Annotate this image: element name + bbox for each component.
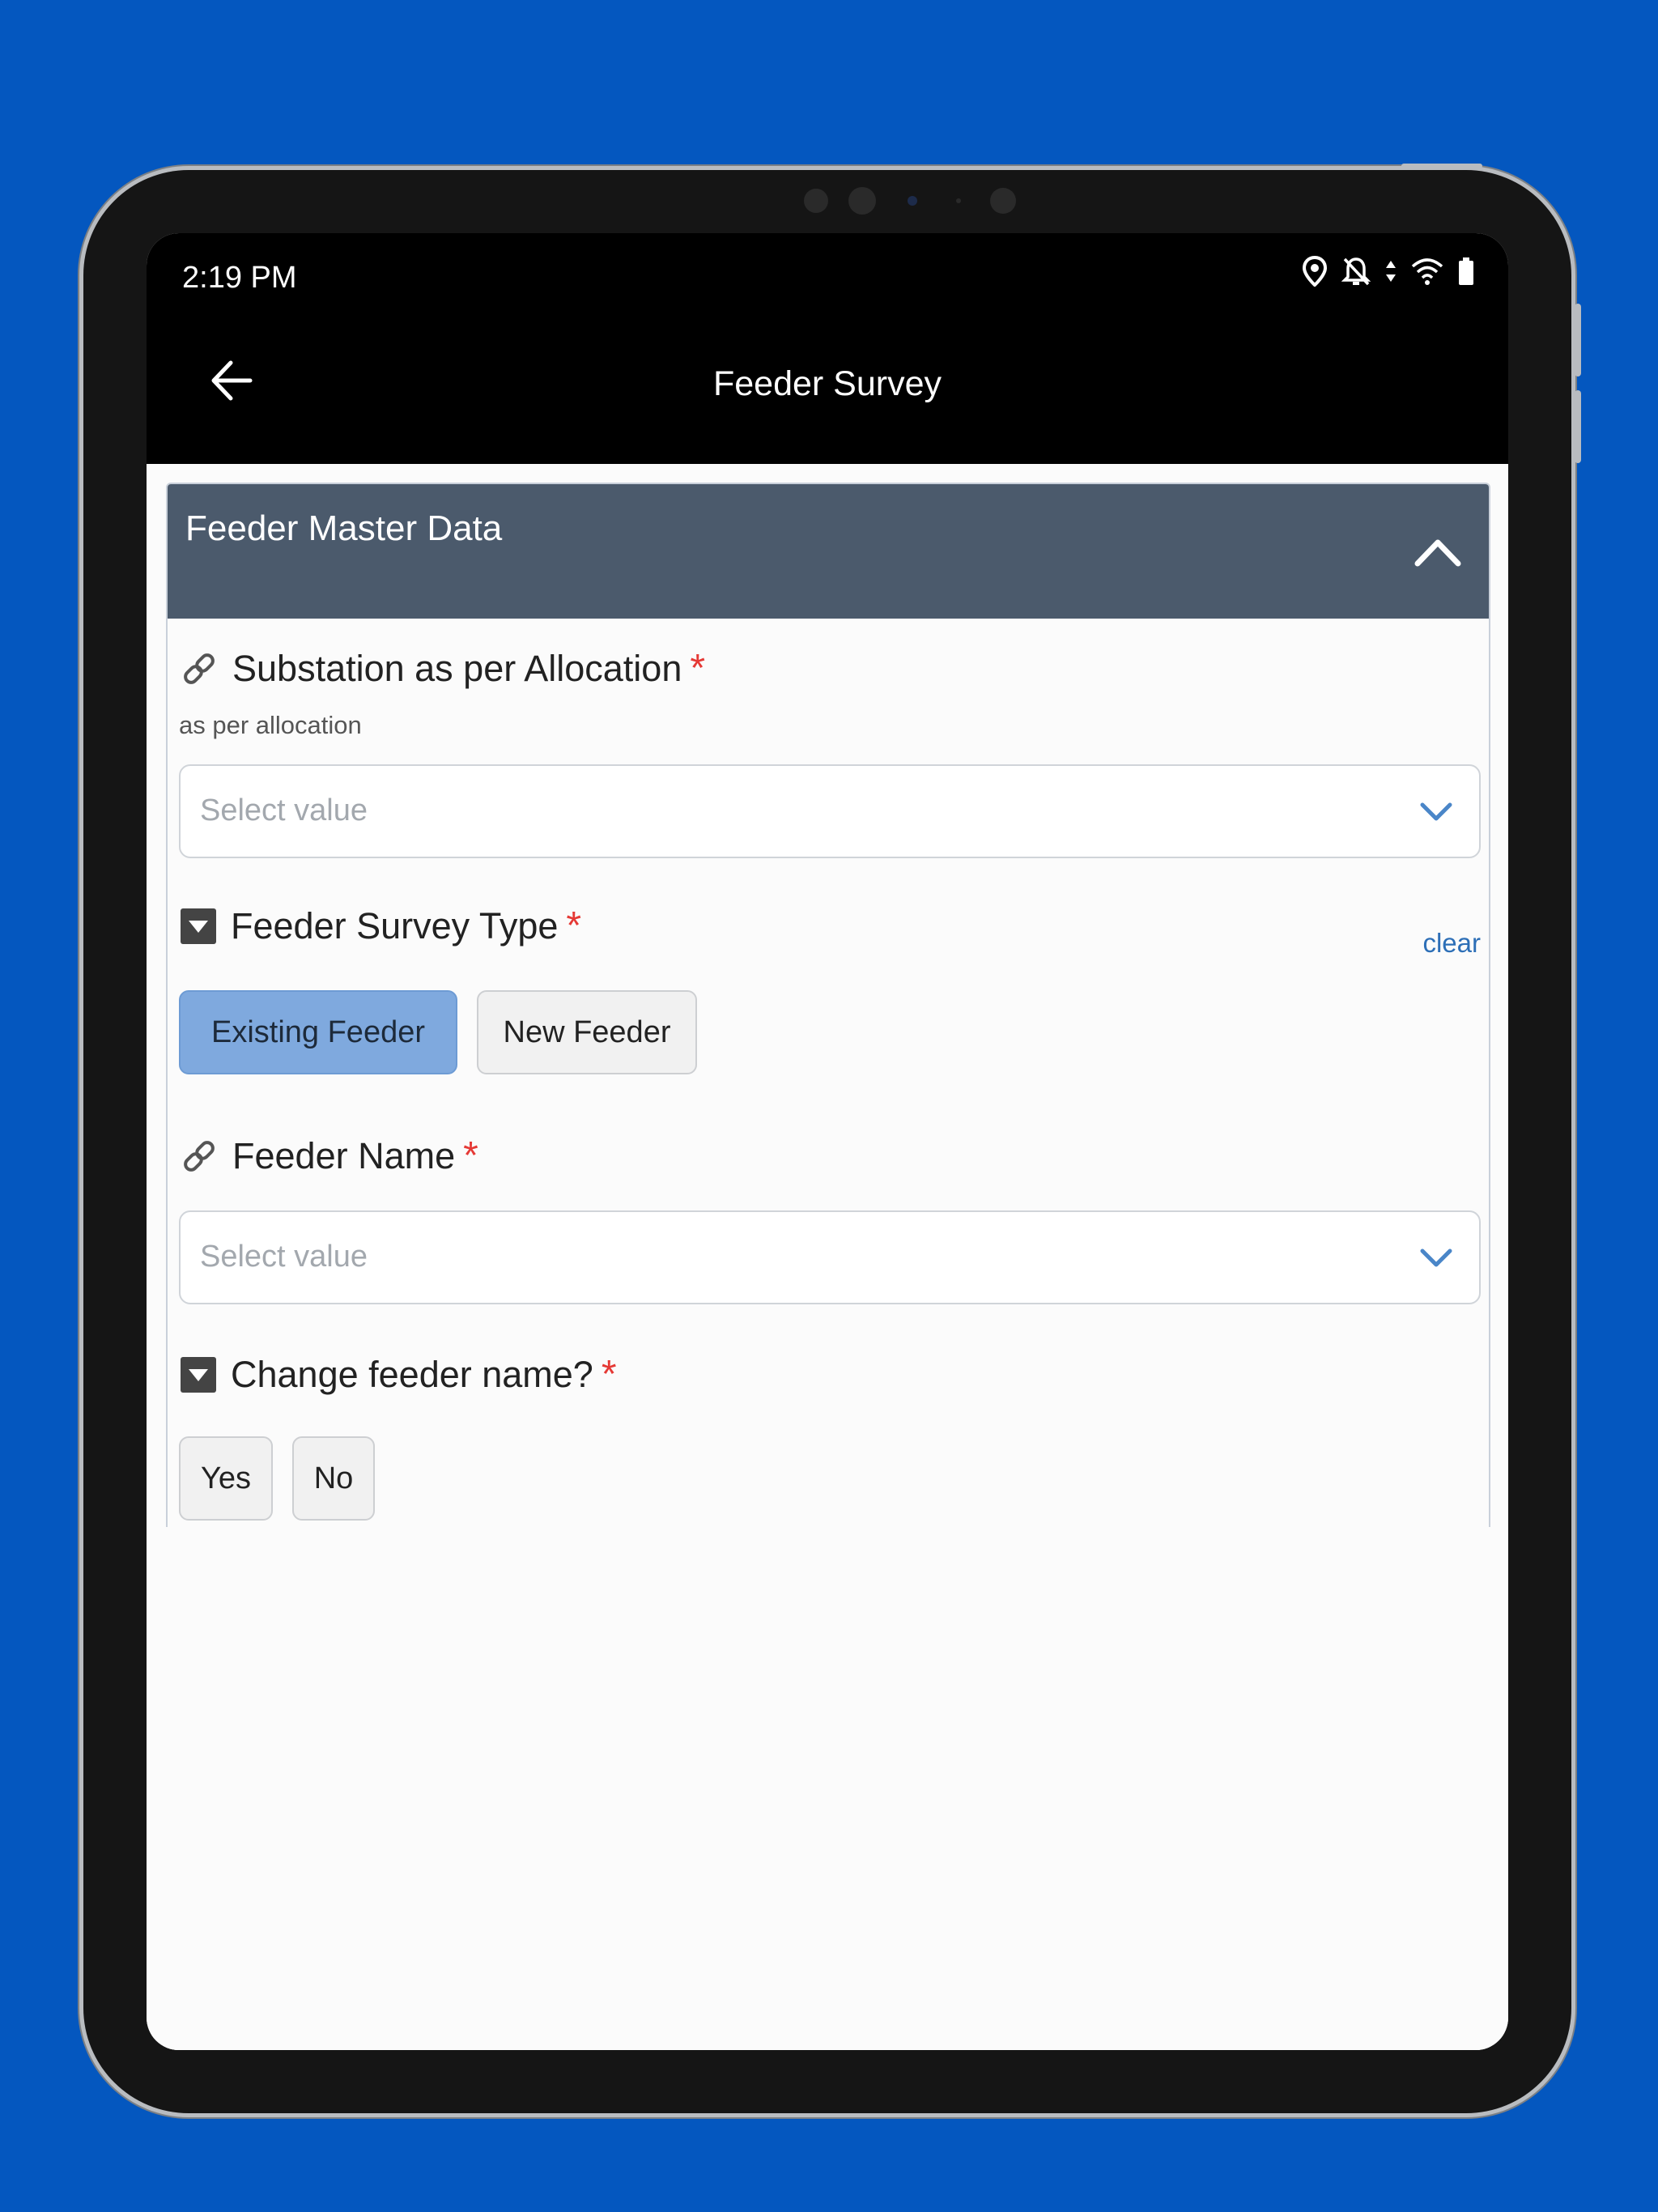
chevron-down-icon[interactable] (1418, 1240, 1455, 1277)
required-marker: * (601, 1353, 617, 1396)
change-name-label-row: Change feeder name? * (181, 1352, 617, 1397)
survey-type-label-row: Feeder Survey Type * (181, 904, 581, 948)
feeder-name-placeholder: Select value (200, 1240, 368, 1274)
power-button (1401, 164, 1482, 168)
option-no[interactable]: No (292, 1436, 375, 1521)
camera-bar (796, 185, 1039, 217)
survey-type-label: Feeder Survey Type (231, 904, 559, 946)
required-marker: * (566, 904, 582, 947)
camera-icon (804, 189, 828, 213)
volume-up-button (1575, 304, 1581, 376)
feeder-name-label-row: Feeder Name * (181, 1134, 478, 1178)
notifications-off-icon (1341, 256, 1371, 291)
feeder-name-select[interactable]: Select value (179, 1210, 1481, 1304)
status-bar: 2:19 PM (147, 233, 1508, 314)
page-title: Feeder Survey (712, 364, 942, 403)
sensor-icon (956, 198, 961, 203)
data-transfer-icon (1385, 259, 1397, 287)
battery-icon (1458, 257, 1474, 289)
volume-down-button (1575, 390, 1581, 463)
chevron-down-icon[interactable] (1418, 793, 1455, 831)
section-header[interactable]: Feeder Master Data (168, 484, 1489, 619)
required-marker: * (463, 1134, 478, 1177)
required-marker: * (690, 647, 706, 690)
chevron-up-icon[interactable] (1411, 526, 1465, 580)
substation-hint: as per allocation (179, 711, 362, 739)
option-new-feeder[interactable]: New Feeder (477, 990, 697, 1074)
wifi-icon (1411, 257, 1443, 289)
substation-label-row: Substation as per Allocation * (181, 646, 705, 691)
substation-select[interactable]: Select value (179, 764, 1481, 858)
camera-icon (990, 188, 1016, 214)
camera-icon (848, 187, 876, 215)
location-icon (1302, 255, 1328, 291)
screen: 2:19 PM Feeder Survey Feeder Master Data… (147, 233, 1508, 2050)
change-name-label: Change feeder name? (231, 1353, 593, 1395)
status-time: 2:19 PM (182, 261, 297, 295)
dropdown-icon (181, 1356, 216, 1393)
dropdown-icon (181, 908, 216, 944)
clear-link[interactable]: clear (1422, 928, 1481, 959)
feeder-name-label: Feeder Name (232, 1134, 456, 1176)
status-icons (1302, 255, 1474, 291)
substation-label: Substation as per Allocation (232, 647, 682, 689)
link-icon (181, 1138, 218, 1175)
substation-placeholder: Select value (200, 793, 368, 827)
sensor-icon (908, 196, 917, 206)
tablet-frame: 2:19 PM Feeder Survey Feeder Master Data… (83, 164, 1581, 2113)
option-existing-feeder[interactable]: Existing Feeder (179, 990, 457, 1074)
section-title: Feeder Master Data (185, 508, 503, 548)
link-icon (181, 650, 218, 687)
app-bar: Feeder Survey (147, 314, 1508, 464)
option-yes[interactable]: Yes (179, 1436, 273, 1521)
empty-area (147, 1527, 1508, 2050)
